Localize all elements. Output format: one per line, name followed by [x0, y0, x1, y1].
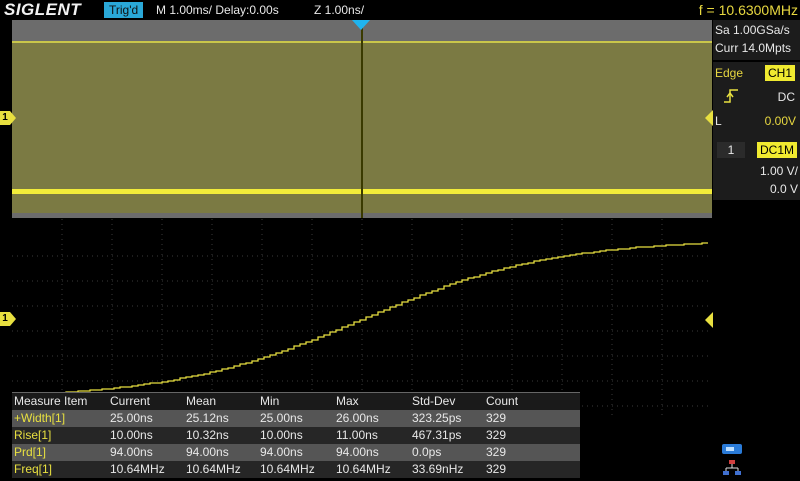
trigger-level-marker-zoom[interactable]	[705, 312, 713, 328]
zoom-window-indicator[interactable]	[361, 20, 363, 218]
right-info-panel: Sa 1.00GSa/s Curr 14.0Mpts Edge CH1 DC L…	[713, 20, 800, 480]
zoom-waveform-window[interactable]	[12, 219, 712, 418]
measure-mean: 25.12ns	[186, 411, 229, 425]
brand-logo: SIGLENT	[4, 0, 82, 19]
trigger-status-badge[interactable]: Trig'd	[104, 2, 144, 18]
network-icon	[722, 460, 742, 476]
measure-current: 10.64MHz	[110, 462, 165, 476]
channel1-box[interactable]: 1 DC1M 1.00 V/ 0.0 V	[713, 140, 800, 200]
channel-coupling-badge: DC1M	[757, 142, 798, 158]
measure-item-name: +Width[1]	[14, 411, 66, 425]
ch1-waveform-trace	[12, 242, 708, 396]
measure-mean: 10.32ns	[186, 428, 229, 442]
ch1-offset-marker-main[interactable]: 1	[0, 111, 16, 125]
measure-item-name: Prd[1]	[14, 445, 47, 459]
measure-min: 25.00ns	[260, 411, 303, 425]
header-mean: Mean	[186, 394, 217, 408]
trigger-source-badge: CH1	[765, 65, 796, 81]
ch1-offset-marker-zoom[interactable]: 1	[0, 312, 16, 326]
measure-current: 94.00ns	[110, 445, 153, 459]
table-row[interactable]: +Width[1] 25.00ns 25.12ns 25.00ns 26.00n…	[12, 410, 580, 427]
header-max: Max	[336, 394, 359, 408]
measure-current: 25.00ns	[110, 411, 153, 425]
measure-item-name: Rise[1]	[14, 428, 52, 442]
trigger-coupling: DC	[777, 90, 795, 104]
measurement-table[interactable]: Measure Item Current Mean Min Max Std-De…	[12, 392, 580, 478]
memory-depth: Curr 14.0Mpts	[715, 41, 792, 55]
trigger-level-marker-main[interactable]	[705, 110, 713, 126]
trigger-position-marker-top[interactable]	[352, 20, 370, 30]
header-measure-item: Measure Item	[14, 394, 88, 408]
channel-scale: 1.00 V/	[759, 164, 798, 178]
table-row[interactable]: Freq[1] 10.64MHz 10.64MHz 10.64MHz 10.64…	[12, 461, 580, 478]
measure-max: 10.64MHz	[336, 462, 391, 476]
measure-stddev: 323.25ps	[412, 411, 462, 425]
zoom-grid-and-trace	[12, 219, 712, 418]
header-stddev: Std-Dev	[412, 394, 456, 408]
trigger-box[interactable]: Edge CH1 DC L 0.00V	[713, 62, 800, 152]
top-status-bar: SIGLENT Trig'd M 1.00ms/ Delay:0.00s Z 1…	[0, 0, 800, 20]
header-count: Count	[486, 394, 519, 408]
status-icons	[720, 442, 746, 480]
acquisition-box[interactable]: Sa 1.00GSa/s Curr 14.0Mpts	[713, 20, 800, 60]
measure-stddev: 467.31ps	[412, 428, 462, 442]
measure-header-row: Measure Item Current Mean Min Max Std-De…	[12, 393, 580, 410]
measure-max: 26.00ns	[336, 411, 379, 425]
header-current: Current	[110, 394, 151, 408]
sample-rate: Sa 1.00GSa/s	[715, 23, 790, 37]
table-row[interactable]: Prd[1] 94.00ns 94.00ns 94.00ns 94.00ns 0…	[12, 444, 580, 461]
measure-stddev: 0.0ps	[412, 445, 442, 459]
zoom-timebase-readout[interactable]: Z 1.00ns/	[314, 0, 364, 20]
header-min: Min	[260, 394, 280, 408]
rising-edge-icon	[723, 88, 739, 104]
frequency-counter: f = 10.6300MHz	[698, 2, 798, 18]
usb-icon	[722, 444, 742, 454]
measure-stddev: 33.69nHz	[412, 462, 464, 476]
measure-min: 94.00ns	[260, 445, 303, 459]
measure-count: 329	[486, 428, 507, 442]
measure-item-name: Freq[1]	[14, 462, 53, 476]
measure-max: 11.00ns	[336, 428, 378, 442]
measure-mean: 10.64MHz	[186, 462, 241, 476]
measure-mean: 94.00ns	[186, 445, 229, 459]
measure-min: 10.64MHz	[260, 462, 315, 476]
measure-current: 10.00ns	[110, 428, 153, 442]
table-row[interactable]: Rise[1] 10.00ns 10.32ns 10.00ns 11.00ns …	[12, 427, 580, 444]
measure-count: 329	[486, 445, 507, 459]
measure-min: 10.00ns	[260, 428, 303, 442]
trigger-level-label: L	[715, 114, 722, 128]
channel-offset: 0.0 V	[769, 182, 798, 196]
channel-number: 1	[717, 142, 745, 158]
main-waveform-window[interactable]	[12, 20, 712, 218]
measure-count: 329	[486, 411, 507, 425]
trigger-level-value: 0.00V	[764, 114, 796, 128]
timebase-readout[interactable]: M 1.00ms/ Delay:0.00s	[156, 0, 279, 20]
measure-count: 329	[486, 462, 507, 476]
measure-max: 94.00ns	[336, 445, 379, 459]
